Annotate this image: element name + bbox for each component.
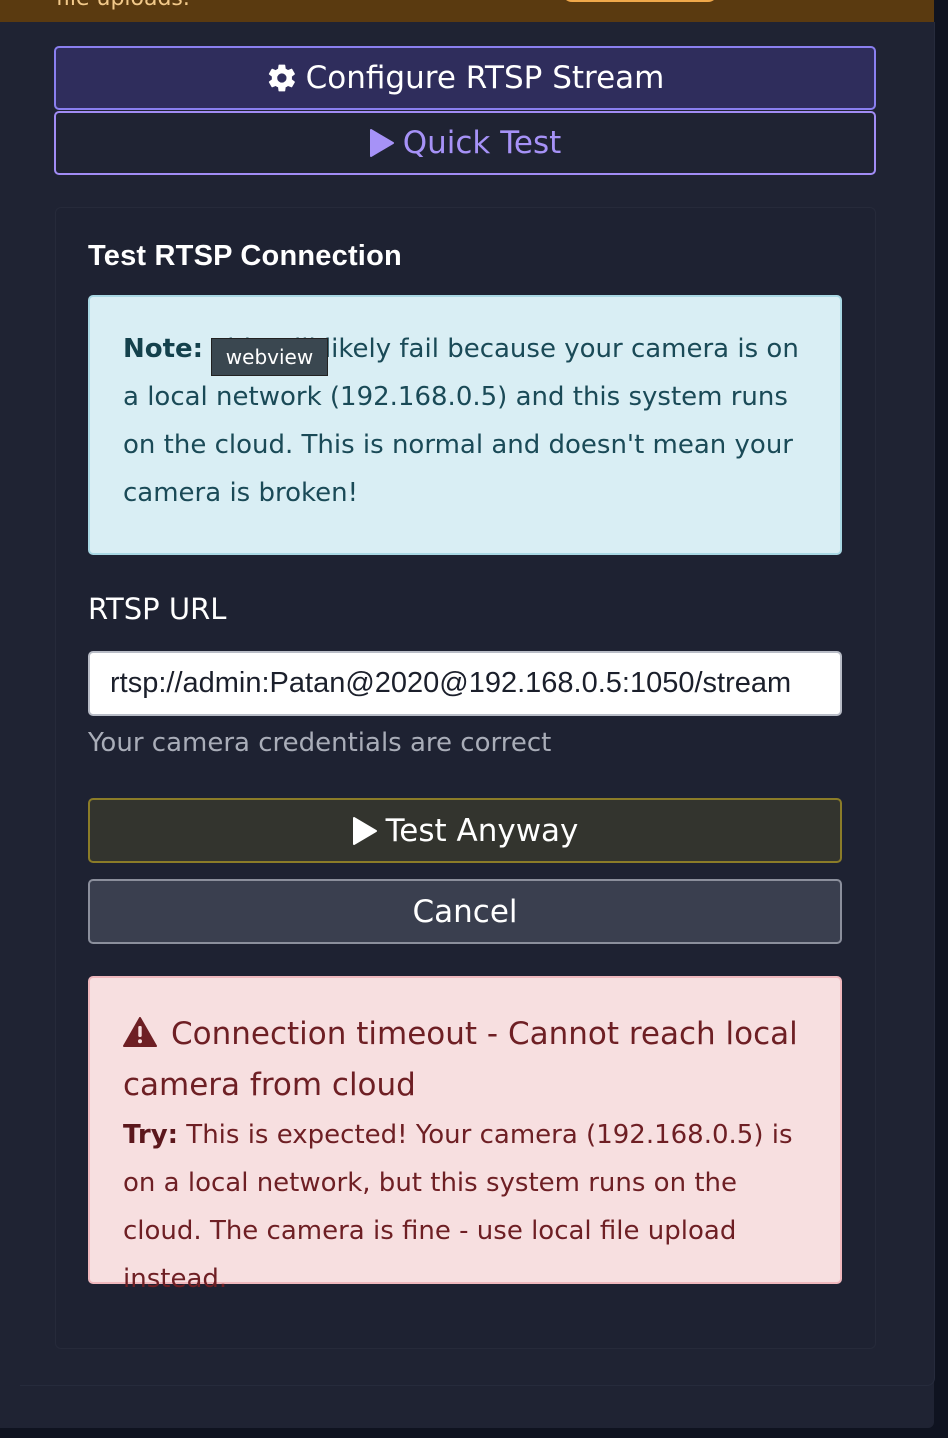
- error-title-row: Connection timeout - Cannot reach local …: [123, 1010, 807, 1109]
- url-help-text: Your camera credentials are correct: [88, 728, 552, 758]
- banner-action-button[interactable]: [562, 0, 718, 2]
- configure-rtsp-button[interactable]: Configure RTSP Stream: [54, 46, 876, 110]
- warning-banner: file uploads.: [0, 0, 934, 22]
- quick-test-button[interactable]: Quick Test: [54, 111, 876, 175]
- error-advice: Try: This is expected! Your camera (192.…: [123, 1111, 807, 1303]
- gear-icon: [266, 62, 298, 94]
- test-anyway-button[interactable]: Test Anyway: [88, 798, 842, 863]
- error-alert: Connection timeout - Cannot reach local …: [88, 976, 842, 1294]
- banner-text: file uploads.: [56, 0, 190, 11]
- configure-rtsp-label: Configure RTSP Stream: [305, 60, 665, 96]
- cancel-label: Cancel: [412, 893, 518, 930]
- try-label: Try:: [123, 1120, 179, 1150]
- try-text: This is expected! Your camera (192.168.0…: [123, 1120, 793, 1294]
- quick-test-label: Quick Test: [402, 125, 562, 161]
- rtsp-url-label: RTSP URL: [88, 592, 227, 626]
- test-anyway-label: Test Anyway: [385, 812, 579, 849]
- play-icon: [352, 816, 378, 846]
- error-title: Connection timeout - Cannot reach local …: [123, 1016, 798, 1103]
- warning-triangle-icon: [123, 1013, 157, 1061]
- rtsp-url-input[interactable]: [88, 651, 842, 716]
- info-note: Note: This will likely fail because your…: [88, 295, 842, 555]
- webview-tooltip: webview: [211, 338, 328, 376]
- card-title: Test RTSP Connection: [88, 240, 402, 272]
- note-label: Note:: [123, 334, 204, 364]
- cancel-button[interactable]: Cancel: [88, 879, 842, 944]
- play-icon: [369, 128, 395, 158]
